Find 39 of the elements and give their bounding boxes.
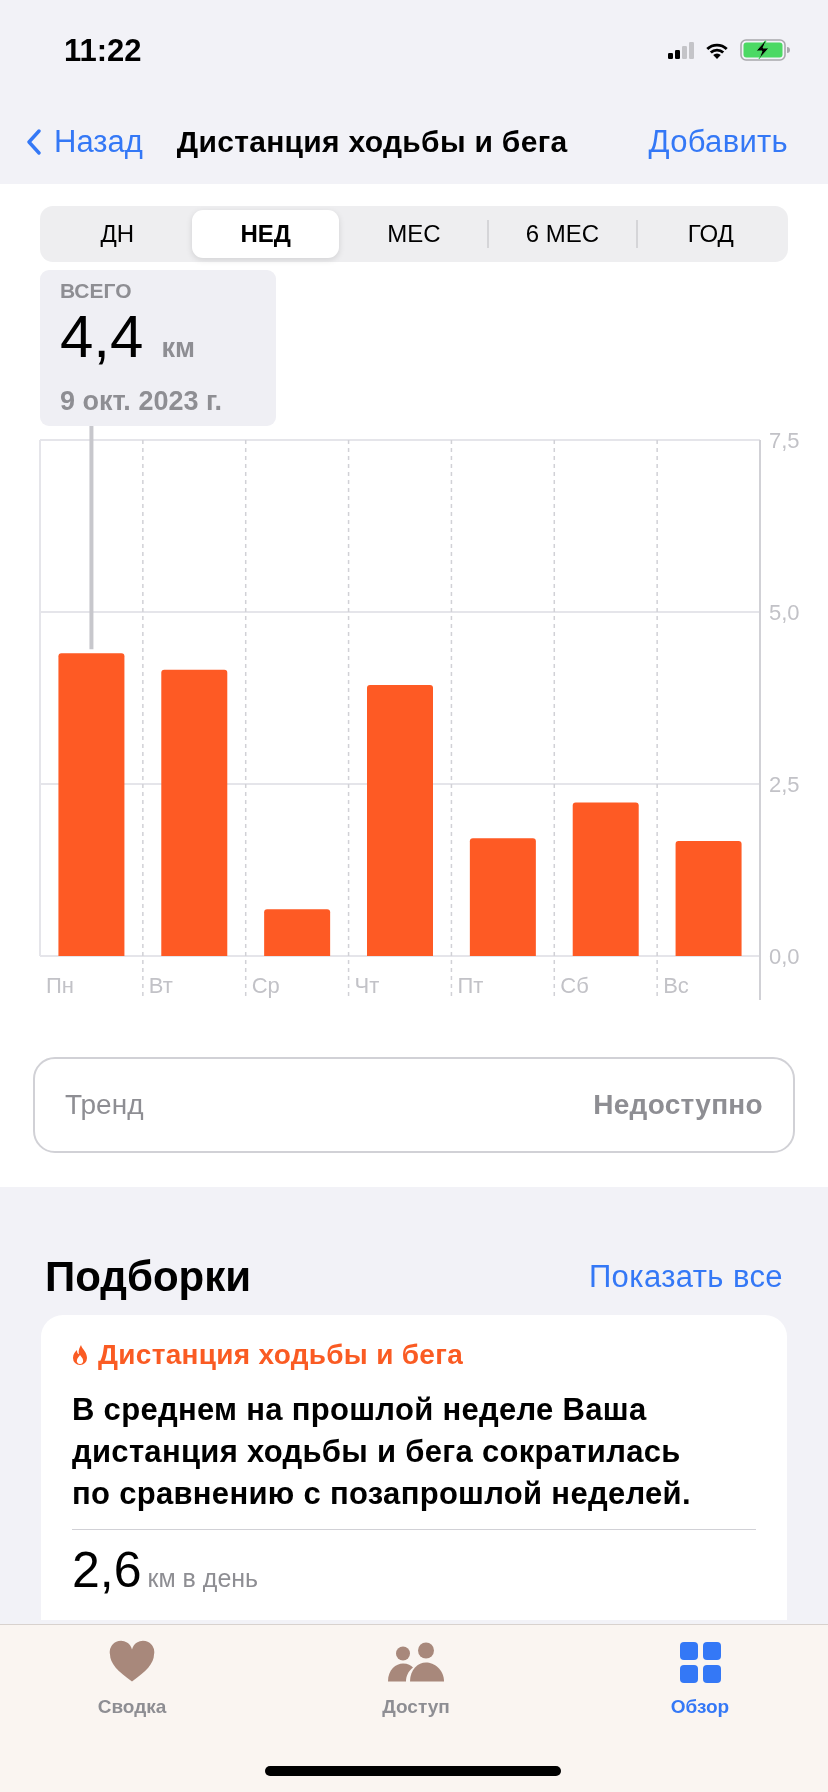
axis-tick-label: 0,0 bbox=[769, 943, 800, 969]
period-tab[interactable]: МЕС bbox=[340, 210, 488, 258]
period-tab[interactable]: НЕД bbox=[192, 210, 339, 258]
show-all-link[interactable]: Показать все bbox=[588, 1259, 783, 1295]
summary-date: 9 окт. 2023 г. bbox=[60, 385, 223, 418]
section-title: Подборки bbox=[45, 1253, 252, 1301]
flame-icon bbox=[72, 1344, 88, 1366]
day-label: Пт bbox=[457, 972, 484, 998]
chevron-left-icon bbox=[26, 129, 42, 155]
day-label: Ср bbox=[251, 972, 280, 998]
trend-value: Недоступно bbox=[593, 1089, 763, 1121]
chart-bar bbox=[264, 909, 331, 956]
day-label: Чт bbox=[354, 972, 380, 998]
average-value: 2,6 bbox=[72, 1542, 142, 1598]
average-unit: км в день bbox=[147, 1563, 259, 1593]
tab-item[interactable]: Обзор bbox=[640, 1639, 760, 1718]
status-time: 11:22 bbox=[64, 32, 142, 69]
period-tab[interactable]: ГОД bbox=[637, 210, 785, 258]
axis-tick-label: 5,0 bbox=[769, 599, 800, 625]
day-label: Пн bbox=[46, 972, 74, 998]
day-label: Вт bbox=[148, 972, 173, 998]
day-label: Сб bbox=[560, 972, 589, 998]
signal-icon bbox=[668, 41, 694, 59]
period-tab[interactable]: ДН bbox=[44, 210, 191, 258]
summary-unit: км bbox=[161, 332, 195, 365]
add-button[interactable]: Добавить bbox=[648, 124, 788, 160]
period-tab[interactable]: 6 МЕС bbox=[489, 210, 636, 258]
card-category: Дистанция ходьбы и бега bbox=[98, 1339, 464, 1371]
back-button[interactable]: Назад bbox=[26, 124, 143, 160]
card-text: В среднем на прошлой неделе Ваша дистанция ходьбы и бега сократилась по сравнению с позапрошлой неделей. bbox=[72, 1391, 692, 1513]
summary-label: ВСЕГО bbox=[60, 278, 133, 304]
summary-value: 4,4 bbox=[60, 304, 144, 370]
trend-label: Тренд bbox=[65, 1089, 144, 1121]
day-label: Вс bbox=[663, 972, 689, 998]
highlight-card[interactable]: Дистанция ходьбы и бега В среднем на прошлой неделе Ваша дистанция ходьбы и бега сократилась по сравнению с позапрошлой неделей. 2,6 км в день bbox=[41, 1315, 787, 1620]
axis-tick-label: 7,5 bbox=[769, 427, 800, 453]
page-title: Дистанция ходьбы и бега bbox=[176, 125, 568, 159]
battery-charging-icon bbox=[740, 39, 790, 61]
axis-tick-label: 2,5 bbox=[769, 771, 800, 797]
